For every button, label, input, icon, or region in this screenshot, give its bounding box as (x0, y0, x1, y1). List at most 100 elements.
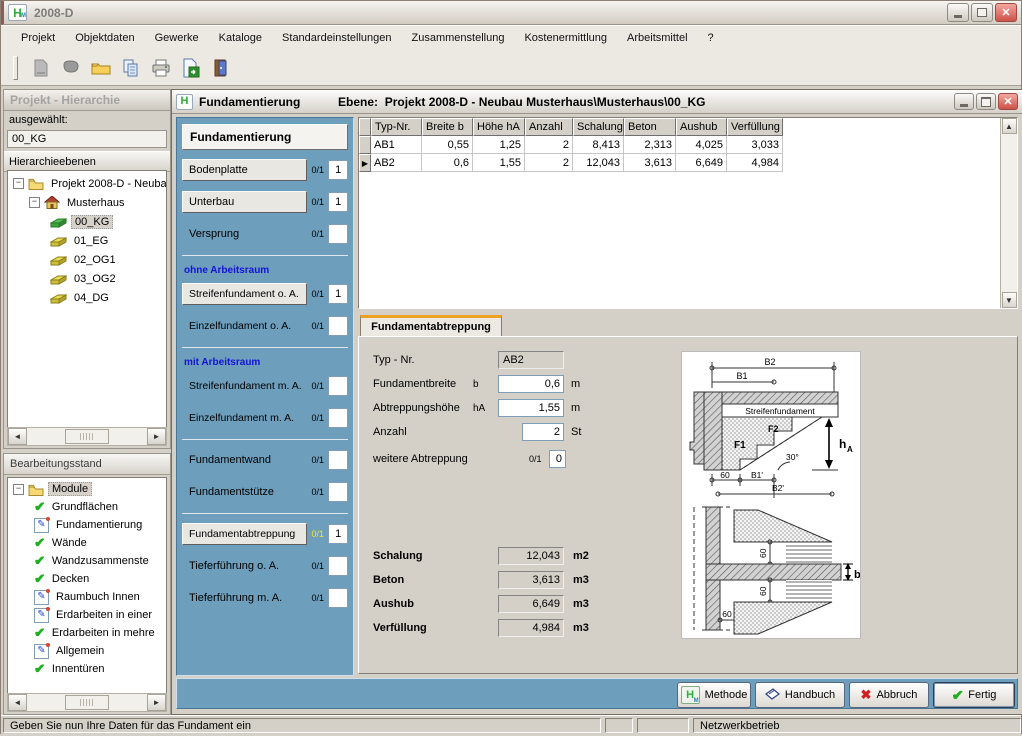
col-schalung[interactable]: Schalung (573, 118, 624, 136)
module-decken[interactable]: ✔Decken (8, 570, 166, 588)
fundamentbreite-input[interactable]: 0,6 (498, 375, 564, 393)
collapse-icon[interactable] (29, 197, 40, 208)
col-hoehe-ha[interactable]: Höhe hA (473, 118, 525, 136)
menu-standardeinstellungen[interactable]: Standardeinstellungen (272, 29, 401, 47)
count-field-fundamentwand[interactable] (328, 450, 348, 470)
col-verfuellung[interactable]: Verfüllung (727, 118, 783, 136)
minimize-button[interactable] (947, 3, 969, 22)
sidebar-item-tieferfuehrung-ma[interactable]: Tieferführung m. A. (182, 592, 307, 604)
scrollbar-thumb[interactable] (65, 429, 109, 444)
sidebar-item-tieferfuehrung-oa[interactable]: Tieferführung o. A. (182, 560, 307, 572)
scroll-left-icon[interactable]: ◄ (8, 694, 27, 711)
abtreppungshoehe-input[interactable]: 1,55 (498, 399, 564, 417)
tree-item-04-dg[interactable]: 04_DG (8, 288, 166, 307)
current-row-indicator-icon[interactable]: ▶ (359, 154, 371, 172)
module-close-button[interactable]: ✕ (998, 93, 1018, 110)
module-wandzusammenstellung[interactable]: ✔Wandzusammenste (8, 552, 166, 570)
module-waende[interactable]: ✔Wände (8, 534, 166, 552)
exit-door-icon[interactable] (210, 57, 232, 79)
count-field-fundamentabtreppung[interactable]: 1 (328, 524, 348, 544)
col-aushub[interactable]: Aushub (676, 118, 727, 136)
module-innentueren[interactable]: ✔Innentüren (8, 660, 166, 678)
col-beton[interactable]: Beton (624, 118, 676, 136)
module-erdarbeiten-mehre[interactable]: ✔Erdarbeiten in mehre (8, 624, 166, 642)
count-field-versprung[interactable] (328, 224, 348, 244)
module-allgemein[interactable]: ✎Allgemein (8, 642, 166, 660)
menu-zusammenstellung[interactable]: Zusammenstellung (402, 29, 515, 47)
sidebar-item-fundamentstuetze[interactable]: Fundamentstütze (182, 486, 307, 498)
menu-kataloge[interactable]: Kataloge (209, 29, 272, 47)
module-fundamentierung[interactable]: ✎Fundamentierung (8, 516, 166, 534)
scroll-left-icon[interactable]: ◄ (8, 428, 27, 445)
sidebar-item-unterbau[interactable]: Unterbau (182, 191, 307, 213)
scrollbar-thumb[interactable] (65, 695, 109, 710)
scroll-up-icon[interactable]: ▲ (1002, 118, 1017, 134)
copy-icon[interactable] (120, 57, 142, 79)
tree-item-module[interactable]: Module (8, 480, 166, 498)
count-field-tieferfuehrung-oa[interactable] (328, 556, 348, 576)
count-field-streifenfundament-oa[interactable]: 1 (328, 284, 348, 304)
restore-button[interactable] (971, 3, 993, 22)
export-icon[interactable] (180, 57, 202, 79)
count-field-einzelfundament-ma[interactable] (328, 408, 348, 428)
open-folder-icon[interactable] (90, 57, 112, 79)
row-selector[interactable] (359, 136, 371, 154)
col-breite-b[interactable]: Breite b (422, 118, 473, 136)
tab-fundamentabtreppung[interactable]: Fundamentabtreppung (360, 315, 502, 336)
col-typ-nr[interactable]: Typ-Nr. (371, 118, 422, 136)
fertig-button[interactable]: ✔ Fertig (933, 682, 1015, 708)
count-field-fundamentstuetze[interactable] (328, 482, 348, 502)
table-row-ab1[interactable]: AB1 0,55 1,25 2 8,413 2,313 4,025 3,033 (359, 136, 1001, 154)
menu-arbeitsmittel[interactable]: Arbeitsmittel (617, 29, 698, 47)
scroll-down-icon[interactable]: ▼ (1002, 292, 1017, 308)
close-button[interactable]: ✕ (995, 3, 1017, 22)
module-maximize-button[interactable] (976, 93, 996, 110)
module-minimize-button[interactable] (954, 93, 974, 110)
tree-item-musterhaus[interactable]: Musterhaus (8, 193, 166, 212)
table-row-ab2-current[interactable]: ▶ AB2 0,6 1,55 2 12,043 3,613 6,649 4,98… (359, 154, 1001, 172)
module-grundflaechen[interactable]: ✔Grundflächen (8, 498, 166, 516)
hierarchy-hscrollbar[interactable]: ◄ ► (7, 427, 167, 446)
collapse-icon[interactable] (13, 178, 24, 189)
menu-gewerke[interactable]: Gewerke (145, 29, 209, 47)
table-vscrollbar[interactable]: ▲ ▼ (1000, 118, 1017, 308)
count-field-bodenplatte[interactable]: 1 (328, 160, 348, 180)
menu-objektdaten[interactable]: Objektdaten (65, 29, 144, 47)
tree-item-00-kg[interactable]: 00_KG (8, 212, 166, 231)
count-field-einzelfundament-oa[interactable] (328, 316, 348, 336)
count-field-streifenfundament-ma[interactable] (328, 376, 348, 396)
abbruch-button[interactable]: ✖ Abbruch (849, 682, 929, 708)
weitere-abtreppung-input[interactable]: 0 (549, 450, 566, 468)
menu-projekt[interactable]: Projekt (11, 29, 65, 47)
tree-item-projekt[interactable]: Projekt 2008-D - Neubau (8, 174, 166, 193)
tree-item-01-eg[interactable]: 01_EG (8, 231, 166, 250)
tree-item-03-og2[interactable]: 03_OG2 (8, 269, 166, 288)
collapse-icon[interactable] (13, 484, 24, 495)
sidebar-item-versprung[interactable]: Versprung (182, 228, 307, 240)
count-field-tieferfuehrung-ma[interactable] (328, 588, 348, 608)
sidebar-item-streifenfundament-ma[interactable]: Streifenfundament m. A. (182, 380, 307, 392)
sidebar-item-einzelfundament-oa[interactable]: Einzelfundament o. A. (182, 320, 307, 332)
project-icon[interactable] (60, 57, 82, 79)
new-document-icon[interactable] (30, 57, 52, 79)
sidebar-item-bodenplatte[interactable]: Bodenplatte (182, 159, 307, 181)
sidebar-item-fundamentwand[interactable]: Fundamentwand (182, 454, 307, 466)
menu-kostenermittlung[interactable]: Kostenermittlung (514, 29, 617, 47)
sidebar-item-streifenfundament-oa[interactable]: Streifenfundament o. A. (182, 283, 307, 305)
progress-hscrollbar[interactable]: ◄ ► (7, 693, 167, 712)
tree-item-02-og1[interactable]: 02_OG1 (8, 250, 166, 269)
sidebar-item-einzelfundament-ma[interactable]: Einzelfundament m. A. (182, 412, 307, 424)
module-erdarbeiten-einer[interactable]: ✎Erdarbeiten in einer (8, 606, 166, 624)
methode-button[interactable]: HM Methode (677, 682, 751, 708)
module-raumbuch-innen[interactable]: ✎Raumbuch Innen (8, 588, 166, 606)
menu-help[interactable]: ? (698, 29, 724, 47)
scroll-right-icon[interactable]: ► (147, 694, 166, 711)
hierarchy-levels-header[interactable]: Hierarchieebenen (4, 151, 170, 172)
anzahl-input[interactable]: 2 (522, 423, 564, 441)
count-field-unterbau[interactable]: 1 (328, 192, 348, 212)
handbuch-button[interactable]: Handbuch (755, 682, 845, 708)
print-icon[interactable] (150, 57, 172, 79)
col-anzahl[interactable]: Anzahl (525, 118, 573, 136)
scroll-right-icon[interactable]: ► (147, 428, 166, 445)
sidebar-item-fundamentabtreppung[interactable]: Fundamentabtreppung (182, 523, 307, 545)
